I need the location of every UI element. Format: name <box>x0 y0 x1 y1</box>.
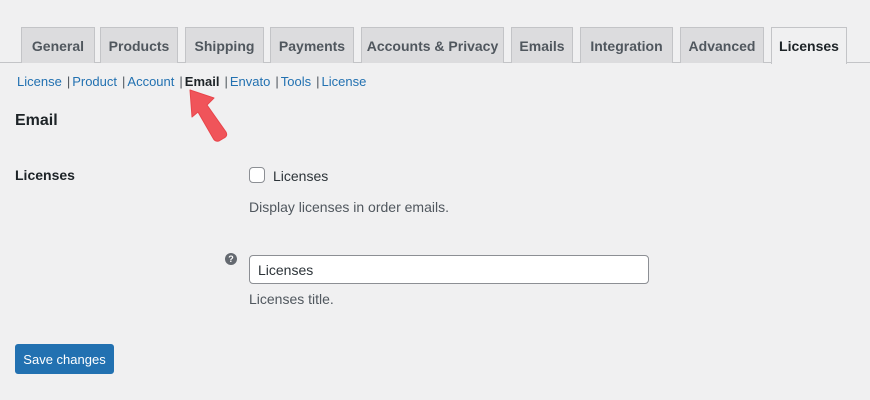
subnav-tools[interactable]: Tools <box>281 74 311 89</box>
help-icon[interactable]: ? <box>225 253 237 265</box>
licenses-row-label: Licenses <box>15 167 75 183</box>
subnav-separator: | <box>275 74 279 89</box>
tab-emails[interactable]: Emails <box>511 27 573 63</box>
tab-general[interactable]: General <box>21 27 95 63</box>
subnav-envato[interactable]: Envato <box>230 74 270 89</box>
tab-accounts-privacy[interactable]: Accounts & Privacy <box>361 27 504 63</box>
tab-integration[interactable]: Integration <box>580 27 673 63</box>
subnav-separator: | <box>179 74 183 89</box>
save-changes-button[interactable]: Save changes <box>15 344 114 374</box>
licenses-title-input[interactable] <box>249 255 649 284</box>
subnav-license[interactable]: License <box>17 74 62 89</box>
tab-advanced[interactable]: Advanced <box>680 27 764 63</box>
tab-payments[interactable]: Payments <box>270 27 354 63</box>
tab-products[interactable]: Products <box>100 27 178 63</box>
section-title: Email <box>15 112 58 129</box>
title-input-description: Licenses title. <box>249 291 334 307</box>
subnav-account[interactable]: Account <box>127 74 174 89</box>
licenses-checkbox[interactable] <box>249 167 265 183</box>
subnav-separator: | <box>122 74 126 89</box>
tab-licenses[interactable]: Licenses <box>771 27 847 64</box>
pointer-arrow-icon <box>189 89 228 142</box>
tab-shipping[interactable]: Shipping <box>185 27 264 63</box>
subnav-license-2[interactable]: License <box>321 74 366 89</box>
subnav-product[interactable]: Product <box>72 74 117 89</box>
subnav-separator: | <box>66 74 71 89</box>
checkbox-description: Display licenses in order emails. <box>249 199 449 215</box>
settings-tabs: General Products Shipping Payments Accou… <box>0 0 870 64</box>
licenses-checkbox-label[interactable]: Licenses <box>273 168 328 184</box>
subnav-separator: | <box>316 74 320 89</box>
